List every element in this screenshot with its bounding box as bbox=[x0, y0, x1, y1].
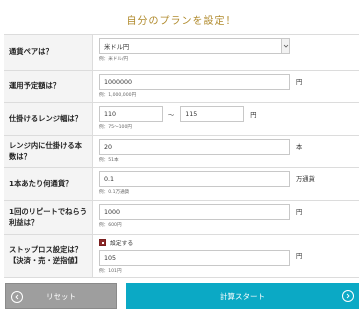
range-hint: 例：75〜100円 bbox=[99, 125, 132, 130]
chevron-left-icon bbox=[11, 291, 23, 303]
stoploss-row: ストップロス設定は？【決済・売・逆指値】 設定する 105 円 例：101円 bbox=[4, 235, 359, 278]
count-input[interactable]: 20 bbox=[99, 139, 290, 155]
profit-unit: 円 bbox=[296, 209, 303, 216]
range-label: 仕掛けるレンジ幅は？ bbox=[4, 103, 93, 135]
stoploss-checkbox-label: 設定する bbox=[110, 241, 134, 247]
reset-button[interactable]: リセット bbox=[5, 283, 117, 309]
start-button-label: 計算スタート bbox=[220, 291, 265, 301]
pair-label: 通貨ペアは？ bbox=[4, 35, 93, 70]
range-row: 仕掛けるレンジ幅は？ 110 〜 115 円 例：75〜100円 bbox=[4, 103, 359, 136]
reset-button-label: リセット bbox=[46, 291, 76, 301]
pair-hint: 例：米ドル/円 bbox=[99, 57, 129, 62]
capital-hint: 例：1,000,000円 bbox=[99, 93, 137, 98]
lot-row: 1本あたり何通貨？ 0.1 万通貨 例：0.1万通貨 bbox=[4, 168, 359, 201]
profit-hint: 例：600円 bbox=[99, 223, 122, 228]
profit-input[interactable]: 1000 bbox=[99, 204, 290, 220]
capital-row: 運用予定額は？ 1000000 円 例：1,000,000円 bbox=[4, 71, 359, 103]
count-label: レンジ内に仕掛ける本数は？ bbox=[4, 136, 93, 167]
range-from-input[interactable]: 110 bbox=[99, 106, 163, 122]
stoploss-checkbox[interactable] bbox=[99, 239, 106, 246]
range-separator: 〜 bbox=[168, 111, 175, 119]
stoploss-unit: 円 bbox=[296, 253, 303, 260]
lot-input[interactable]: 0.1 bbox=[99, 171, 290, 187]
lot-label: 1本あたり何通貨？ bbox=[4, 168, 93, 200]
count-unit: 本 bbox=[296, 144, 303, 151]
capital-label: 運用予定額は？ bbox=[4, 71, 93, 102]
page-title: 自分のプランを設定！ bbox=[126, 16, 237, 27]
start-button[interactable]: 計算スタート bbox=[126, 283, 359, 309]
profit-row: 1回のリピートでねらう利益は？ 1000 円 例：600円 bbox=[4, 201, 359, 235]
plan-form: 通貨ペアは？ 米ドル円 例：米ドル/円 運用予定額は？ 1000000 円 例：… bbox=[4, 34, 359, 278]
chevron-down-icon[interactable] bbox=[281, 39, 289, 53]
stoploss-hint: 例：101円 bbox=[99, 269, 122, 274]
capital-unit: 円 bbox=[296, 79, 303, 86]
pair-select[interactable]: 米ドル円 bbox=[99, 38, 290, 54]
count-hint: 例：51本 bbox=[99, 158, 119, 163]
pair-row: 通貨ペアは？ 米ドル円 例：米ドル/円 bbox=[4, 35, 359, 71]
action-buttons: リセット 計算スタート bbox=[4, 283, 359, 310]
range-to-input[interactable]: 115 bbox=[180, 106, 245, 122]
lot-hint: 例：0.1万通貨 bbox=[99, 190, 130, 195]
capital-input[interactable]: 1000000 bbox=[99, 74, 290, 90]
stoploss-label: ストップロス設定は？【決済・売・逆指値】 bbox=[4, 235, 93, 277]
count-row: レンジ内に仕掛ける本数は？ 20 本 例：51本 bbox=[4, 136, 359, 168]
profit-label: 1回のリピートでねらう利益は？ bbox=[4, 201, 93, 234]
stoploss-input[interactable]: 105 bbox=[99, 250, 290, 266]
range-unit: 円 bbox=[250, 111, 257, 119]
lot-unit: 万通貨 bbox=[296, 176, 315, 183]
chevron-right-icon bbox=[342, 290, 354, 302]
pair-select-value: 米ドル円 bbox=[104, 43, 130, 51]
